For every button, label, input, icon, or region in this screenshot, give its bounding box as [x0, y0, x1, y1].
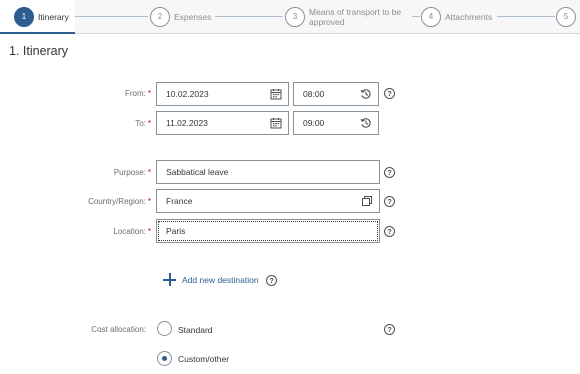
- location-label: Location: *: [113, 227, 151, 236]
- help-icon[interactable]: ?: [384, 196, 395, 207]
- location-input[interactable]: Paris: [156, 219, 380, 243]
- step-number: 2: [150, 6, 170, 27]
- radio-standard-label[interactable]: Standard: [178, 325, 213, 335]
- calendar-icon[interactable]: [270, 88, 282, 100]
- step-label: Attachments: [445, 11, 493, 22]
- from-time-input[interactable]: 08:00: [293, 82, 379, 106]
- add-icon: [163, 273, 176, 286]
- wizard-connector: [412, 16, 420, 17]
- step-label: Means of transport to be approved: [309, 6, 402, 27]
- add-destination-link[interactable]: Add new destination: [163, 273, 259, 286]
- wizard-progress-bar: 1 Itinerary 2 Expenses 3 Means of transp…: [0, 0, 580, 34]
- calendar-icon[interactable]: [270, 117, 282, 129]
- wizard-connector: [72, 16, 148, 17]
- value-help-icon[interactable]: [361, 195, 373, 207]
- step-label: Expenses: [174, 11, 212, 22]
- to-time-input[interactable]: 09:00: [293, 111, 379, 135]
- step-label: Itinerary: [38, 11, 69, 22]
- wizard-step-5[interactable]: 5: [556, 0, 576, 33]
- from-label: From: *: [124, 89, 151, 98]
- wizard-step-transport[interactable]: 3 Means of transport to be approved: [285, 0, 409, 33]
- help-icon[interactable]: ?: [384, 167, 395, 178]
- radio-standard[interactable]: [157, 321, 172, 336]
- to-label: To: *: [135, 119, 151, 128]
- wizard-step-itinerary[interactable]: 1 Itinerary: [0, 0, 75, 34]
- section-title: 1. Itinerary: [9, 44, 69, 58]
- purpose-input[interactable]: Sabbatical leave: [156, 160, 380, 184]
- radio-custom-other-label[interactable]: Custom/other: [178, 354, 229, 364]
- from-date-input[interactable]: 10.02.2023: [156, 82, 289, 106]
- clock-icon[interactable]: [360, 117, 372, 129]
- help-icon[interactable]: ?: [384, 324, 395, 335]
- wizard-connector: [497, 16, 555, 17]
- country-label: Country/Region: *: [88, 197, 151, 206]
- step-number: 3: [285, 6, 305, 27]
- step-number: 5: [556, 6, 576, 27]
- cost-allocation-label: Cost allocation:: [91, 325, 146, 334]
- help-icon[interactable]: ?: [384, 226, 395, 237]
- help-icon[interactable]: ?: [384, 88, 395, 99]
- wizard-connector: [215, 16, 283, 17]
- add-destination-label: Add new destination: [182, 274, 259, 285]
- step-number: 1: [14, 6, 34, 27]
- clock-icon[interactable]: [360, 88, 372, 100]
- wizard-step-expenses[interactable]: 2 Expenses: [150, 0, 211, 33]
- purpose-label: Purpose: *: [113, 168, 151, 177]
- wizard-step-attachments[interactable]: 4 Attachments: [421, 0, 492, 33]
- help-icon[interactable]: ?: [266, 275, 277, 286]
- to-date-input[interactable]: 11.02.2023: [156, 111, 289, 135]
- step-number: 4: [421, 6, 441, 27]
- country-input[interactable]: France: [156, 189, 380, 213]
- radio-custom-other[interactable]: [157, 351, 172, 366]
